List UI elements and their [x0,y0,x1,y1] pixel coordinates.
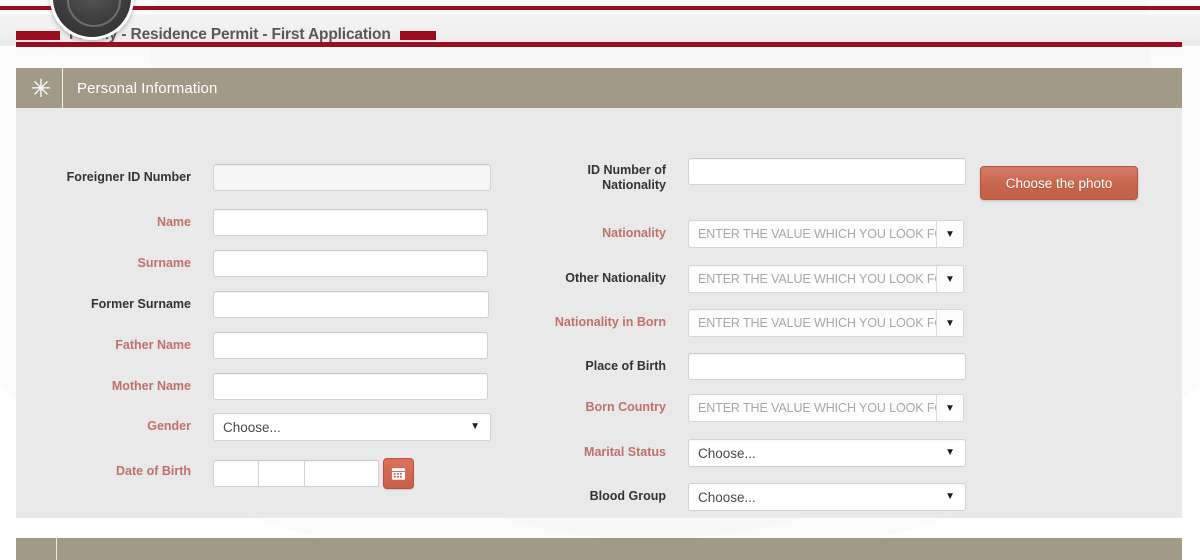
control-nationality: ENTER THE VALUE WHICH YOU LOOK FOR ▼ [688,220,964,248]
field-row-former-surname: Former Surname [16,291,489,319]
asterisk-icon: ✳ [30,73,52,103]
label-blood-group: Blood Group [589,489,666,503]
title-dash-left-icon [16,30,60,40]
control-surname [213,250,488,277]
nationality-in-born-dropdown-arrow-icon[interactable]: ▼ [936,310,963,336]
nationality-in-born-autocomplete[interactable]: ENTER THE VALUE WHICH YOU LOOK FOR ▼ [688,309,964,337]
label-nationality-in-born: Nationality in Born [554,315,666,329]
born-country-dropdown-arrow-icon[interactable]: ▼ [936,395,963,421]
father-name-input[interactable] [213,332,488,359]
place-of-birth-input[interactable] [688,353,966,380]
label-id-number-nationality-line1: ID Number of [587,163,666,177]
label-other-nationality: Other Nationality [565,271,666,285]
field-row-marital-status: Marital Status Choose... ▼ [536,439,966,467]
top-accent-line [0,6,1200,10]
control-marital-status: Choose... ▼ [688,439,966,467]
logo-inner-ring [67,0,121,27]
former-surname-input[interactable] [213,291,489,318]
born-country-autocomplete-placeholder[interactable]: ENTER THE VALUE WHICH YOU LOOK FOR [689,395,936,421]
born-country-autocomplete[interactable]: ENTER THE VALUE WHICH YOU LOOK FOR ▼ [688,394,964,422]
label-father-name: Father Name [115,338,191,352]
date-of-birth-group [213,458,414,489]
field-row-date-of-birth: Date of Birth [16,458,414,489]
other-nationality-autocomplete-placeholder[interactable]: ENTER THE VALUE WHICH YOU LOOK FOR [689,266,936,292]
control-nationality-in-born: ENTER THE VALUE WHICH YOU LOOK FOR ▼ [688,309,964,337]
label-nationality: Nationality [602,226,666,240]
section-header: ✳ Personal Information [16,67,1182,109]
gender-select[interactable]: Choose... ▼ [213,413,491,441]
label-id-number-nationality-line2: Nationality [602,178,666,192]
marital-status-select-value: Choose... [698,445,756,461]
label-date-of-birth: Date of Birth [116,464,191,478]
mother-name-input[interactable] [213,373,488,400]
calendar-picker-button[interactable] [383,458,414,489]
label-name: Name [156,215,191,229]
label-place-of-birth: Place of Birth [585,359,666,373]
next-section-divider [56,538,57,560]
label-marital-status: Marital Status [584,445,666,459]
field-row-born-country: Born Country ENTER THE VALUE WHICH YOU L… [536,394,964,422]
title-underline [16,42,1182,47]
other-nationality-autocomplete[interactable]: ENTER THE VALUE WHICH YOU LOOK FOR ▼ [688,265,964,293]
control-place-of-birth [688,353,966,380]
field-row-foreigner-id: Foreigner ID Number [16,164,491,192]
control-father-name [213,332,488,359]
control-name [213,209,488,236]
id-number-nationality-input[interactable] [688,158,966,185]
header-divider [62,67,63,109]
control-other-nationality: ENTER THE VALUE WHICH YOU LOOK FOR ▼ [688,265,964,293]
marital-status-select[interactable]: Choose... ▼ [688,439,966,467]
nationality-autocomplete-placeholder[interactable]: ENTER THE VALUE WHICH YOU LOOK FOR [689,221,936,247]
chevron-down-icon: ▼ [945,491,955,502]
field-row-id-number-nationality: ID Number of Nationality [536,158,966,198]
form-body: Foreigner ID Number Name Surname Former … [16,108,1182,518]
control-foreigner-id [213,164,491,191]
field-row-blood-group: Blood Group Choose... ▼ [536,483,966,511]
chevron-down-icon: ▼ [470,421,480,432]
field-row-gender: Gender Choose... ▼ [16,413,491,441]
field-row-surname: Surname [16,250,488,278]
field-row-other-nationality: Other Nationality ENTER THE VALUE WHICH … [536,265,964,293]
field-row-mother-name: Mother Name [16,373,488,401]
gender-select-value: Choose... [223,419,281,435]
control-mother-name [213,373,488,400]
control-former-surname [213,291,489,318]
name-input[interactable] [213,209,488,236]
title-dash-right-icon [399,30,436,40]
nationality-in-born-autocomplete-placeholder[interactable]: ENTER THE VALUE WHICH YOU LOOK FOR [689,310,936,336]
field-row-father-name: Father Name [16,332,488,360]
surname-input[interactable] [213,250,488,277]
dob-day-input[interactable] [213,460,259,487]
field-row-nationality: Nationality ENTER THE VALUE WHICH YOU LO… [536,220,964,248]
label-foreigner-id: Foreigner ID Number [66,170,191,184]
label-surname: Surname [137,256,192,270]
calendar-icon [391,468,406,480]
field-row-nationality-in-born: Nationality in Born ENTER THE VALUE WHIC… [536,309,964,337]
control-blood-group: Choose... ▼ [688,483,966,511]
control-born-country: ENTER THE VALUE WHICH YOU LOOK FOR ▼ [688,394,964,422]
foreigner-id-input[interactable] [213,164,491,191]
field-row-place-of-birth: Place of Birth [536,353,966,381]
label-mother-name: Mother Name [111,379,191,393]
nationality-dropdown-arrow-icon[interactable]: ▼ [936,221,963,247]
control-gender: Choose... ▼ [213,413,491,441]
dob-month-input[interactable] [259,460,305,487]
dob-year-input[interactable] [305,460,379,487]
control-date-of-birth [213,458,414,489]
label-born-country: Born Country [585,400,666,414]
blood-group-select-value: Choose... [698,489,756,505]
personal-information-panel: ✳ Personal Information Foreigner ID Numb… [16,67,1182,518]
choose-photo-button[interactable]: Choose the photo [980,166,1138,200]
other-nationality-dropdown-arrow-icon[interactable]: ▼ [936,266,963,292]
label-former-surname: Former Surname [90,297,191,311]
nationality-autocomplete[interactable]: ENTER THE VALUE WHICH YOU LOOK FOR ▼ [688,220,964,248]
label-gender: Gender [147,419,191,433]
control-id-number-nationality [688,158,966,185]
chevron-down-icon: ▼ [945,447,955,458]
label-id-number-nationality: ID Number of Nationality [536,158,666,193]
next-section-header [16,538,1182,560]
blood-group-select[interactable]: Choose... ▼ [688,483,966,511]
field-row-name: Name [16,209,488,237]
section-heading: Personal Information [77,79,218,97]
